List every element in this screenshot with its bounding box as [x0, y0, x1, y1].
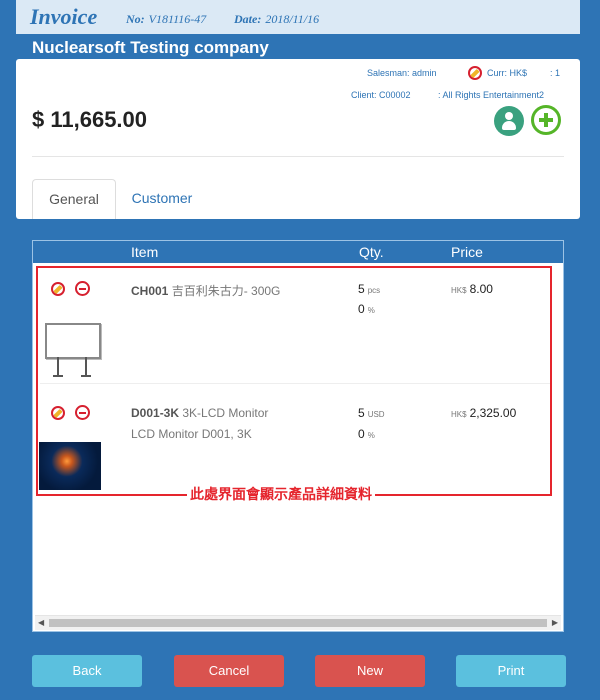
tab-general[interactable]: General — [32, 179, 116, 219]
scroll-left-icon[interactable]: ◀ — [38, 618, 44, 627]
item-price: HK$ 8.00 — [451, 282, 493, 296]
salesman-info: Salesman: admin — [367, 68, 437, 78]
scrollbar-thumb[interactable] — [49, 619, 547, 627]
edit-item-icon[interactable] — [51, 406, 65, 420]
item-description: 吉百利朱古力- 300G — [171, 284, 281, 298]
print-button[interactable]: Print — [456, 655, 566, 687]
invoice-total: $ 11,665.00 — [32, 107, 148, 132]
invoice-number-label: No: — [126, 12, 145, 26]
item-discount: 0% — [358, 427, 375, 441]
horizontal-scrollbar[interactable]: ◀ ▶ — [35, 615, 561, 630]
item-description-secondary: LCD Monitor D001, 3K — [131, 427, 252, 441]
card-divider — [32, 156, 564, 157]
qty-value: 5 — [358, 282, 365, 296]
column-item: Item — [131, 244, 159, 260]
column-price: Price — [451, 244, 483, 260]
customer-icon[interactable] — [494, 106, 524, 136]
remove-item-icon[interactable] — [75, 281, 90, 296]
item-description: 3K-LCD Monitor — [182, 406, 269, 420]
currency-info: Curr: HK$ — [487, 68, 528, 78]
product-image-whiteboard — [43, 321, 101, 379]
discount-value: 0 — [358, 427, 365, 441]
tab-customer[interactable]: Customer — [122, 179, 202, 218]
client-code: Client: C00002 — [351, 90, 411, 100]
qty-unit: pcs — [367, 286, 381, 295]
product-details-annotation: 此處界面會顯示產品詳細資料 — [187, 484, 375, 504]
invoice-header-bar: Invoice No: V181116-47 Date: 2018/11/16 — [16, 0, 580, 34]
price-value: 2,325.00 — [469, 406, 517, 420]
item-qty: 5 USD — [358, 406, 385, 420]
qty-unit: USD — [367, 410, 385, 419]
qty-value: 5 — [358, 406, 365, 420]
invoice-date: Date: 2018/11/16 — [234, 12, 319, 27]
item-code-description: D001-3K 3K-LCD Monitor — [131, 406, 268, 420]
item-price: HK$ 2,325.00 — [451, 406, 516, 420]
item-code: D001-3K — [131, 406, 180, 420]
add-item-icon[interactable] — [531, 105, 561, 135]
invoice-date-label: Date: — [234, 12, 262, 26]
row-divider — [40, 383, 550, 384]
invoice-date-value: 2018/11/16 — [265, 12, 320, 26]
discount-value: 0 — [358, 302, 365, 316]
item-code: CH001 — [131, 284, 169, 298]
discount-unit: % — [367, 431, 375, 440]
invoice-number-value: V181116-47 — [148, 12, 207, 26]
cancel-button[interactable]: Cancel — [174, 655, 284, 687]
company-name: Nuclearsoft Testing company — [32, 38, 269, 57]
price-currency: HK$ — [451, 286, 467, 295]
edit-item-icon[interactable] — [51, 282, 65, 296]
discount-unit: % — [367, 306, 375, 315]
invoice-summary-card: Salesman: admin Curr: HK$ : 1 Client: C0… — [16, 59, 580, 219]
edit-currency-icon[interactable] — [468, 66, 482, 80]
invoice-title: Invoice — [30, 4, 98, 29]
product-image-jellyfish — [39, 442, 101, 490]
item-qty: 5 pcs — [358, 282, 380, 296]
price-value: 8.00 — [469, 282, 493, 296]
item-code-description: CH001 吉百利朱古力- 300G — [131, 282, 280, 299]
new-button[interactable]: New — [315, 655, 425, 687]
invoice-number: No: V181116-47 — [126, 12, 206, 27]
back-button[interactable]: Back — [32, 655, 142, 687]
price-currency: HK$ — [451, 410, 467, 419]
items-panel: Item Qty. Price CH001 吉百利朱古力- 300G 5 pcs … — [32, 240, 564, 632]
item-discount: 0% — [358, 302, 375, 316]
remove-item-icon[interactable] — [75, 405, 90, 420]
scroll-right-icon[interactable]: ▶ — [552, 618, 558, 627]
exchange-rate: : 1 — [550, 68, 561, 78]
items-table-header: Item Qty. Price — [33, 241, 563, 263]
product-details-highlight — [36, 266, 552, 496]
column-qty: Qty. — [359, 244, 384, 260]
client-name: : All Rights Entertainment2 — [438, 90, 545, 100]
